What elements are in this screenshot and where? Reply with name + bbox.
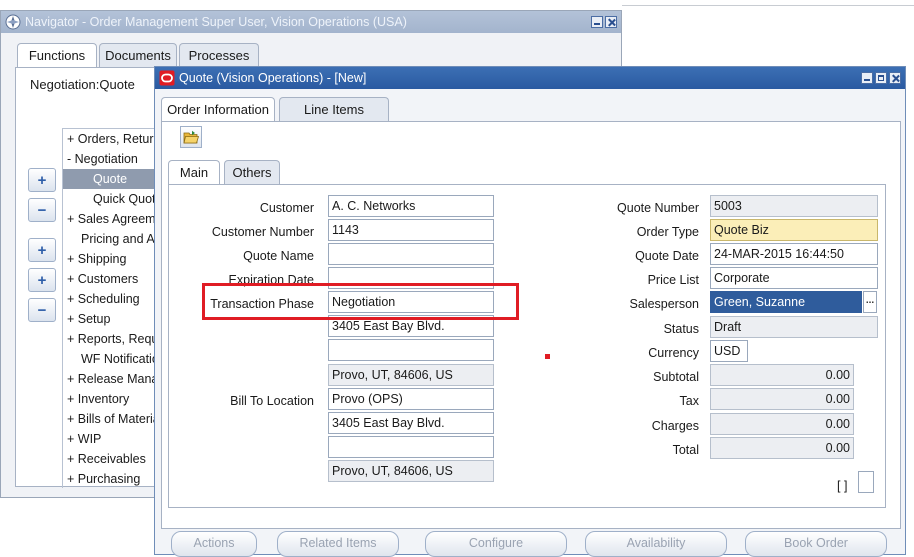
bill-to-address-line2[interactable] bbox=[328, 436, 494, 458]
expand-all-icon: + bbox=[37, 271, 47, 289]
tab-functions[interactable]: Functions bbox=[17, 43, 97, 67]
tree-item-customers[interactable]: + Customers bbox=[63, 269, 156, 289]
tax-field: 0.00 bbox=[710, 388, 854, 410]
folder-icon bbox=[183, 130, 199, 144]
expand-branch-icon: + bbox=[37, 241, 47, 259]
configure-button[interactable]: Configure bbox=[425, 531, 567, 557]
currency-field[interactable]: USD bbox=[710, 340, 748, 362]
tree-item-negotiation[interactable]: - Negotiation bbox=[63, 149, 156, 169]
charges-label: Charges bbox=[651, 419, 699, 433]
subtotal-label: Subtotal bbox=[653, 370, 699, 384]
salesperson-field[interactable]: Green, Suzanne bbox=[710, 291, 862, 313]
tree-item-purchasing[interactable]: + Purchasing bbox=[63, 469, 156, 488]
total-field: 0.00 bbox=[710, 437, 854, 459]
navigator-title: Navigator - Order Management Super User,… bbox=[25, 15, 407, 29]
quote-name-field[interactable] bbox=[328, 243, 494, 265]
charges-field: 0.00 bbox=[710, 413, 854, 435]
navigator-minimize-button[interactable] bbox=[591, 16, 603, 28]
tab-order-information[interactable]: Order Information bbox=[161, 97, 275, 121]
descriptive-flexfield-bracket[interactable]: [ ] bbox=[837, 479, 847, 493]
salesperson-label: Salesperson bbox=[629, 297, 700, 311]
availability-button[interactable]: Availability bbox=[585, 531, 727, 557]
subtab-others[interactable]: Others bbox=[224, 160, 280, 184]
navigator-close-button[interactable] bbox=[605, 16, 617, 28]
tab-processes[interactable]: Processes bbox=[179, 43, 259, 67]
ship-to-address-line3: Provo, UT, 84606, US bbox=[328, 364, 494, 386]
expand-all-button[interactable]: + bbox=[28, 268, 56, 292]
flexfield-box[interactable] bbox=[858, 471, 874, 493]
quote-titlebar[interactable]: Quote (Vision Operations) - [New] bbox=[155, 67, 905, 89]
tree-item-pricing-availability[interactable]: Pricing and Availability bbox=[63, 229, 156, 249]
price-list-label: Price List bbox=[647, 273, 699, 287]
subtotal-field: 0.00 bbox=[710, 364, 854, 386]
tree-item-orders-returns[interactable]: + Orders, Returns bbox=[63, 129, 156, 149]
customer-number-field[interactable]: 1143 bbox=[328, 219, 494, 241]
red-marker-dot bbox=[545, 354, 550, 359]
oracle-logo-icon bbox=[159, 70, 175, 86]
currency-label: Currency bbox=[648, 346, 699, 360]
tree-item-quick-quote[interactable]: Quick Quote bbox=[63, 189, 156, 209]
collapse-all-icon: − bbox=[37, 301, 47, 319]
order-type-field[interactable]: Quote Biz bbox=[710, 219, 878, 241]
quote-date-field[interactable]: 24-MAR-2015 16:44:50 bbox=[710, 243, 878, 265]
expand-button[interactable]: + bbox=[28, 168, 56, 192]
quote-maximize-button[interactable] bbox=[875, 72, 887, 84]
price-list-field[interactable]: Corporate bbox=[710, 267, 878, 289]
tree-item-receivables[interactable]: + Receivables bbox=[63, 449, 156, 469]
navigator-context-label: Negotiation:Quote bbox=[30, 77, 135, 92]
actions-button[interactable]: Actions bbox=[171, 531, 257, 557]
quote-title: Quote (Vision Operations) - [New] bbox=[179, 71, 367, 85]
tree-item-sales-agreements[interactable]: + Sales Agreements bbox=[63, 209, 156, 229]
transaction-phase-highlight-box bbox=[202, 283, 519, 320]
tab-documents[interactable]: Documents bbox=[99, 43, 177, 67]
tree-item-wf-notifications[interactable]: WF Notifications bbox=[63, 349, 156, 369]
tree-item-bills-of-material[interactable]: + Bills of Material bbox=[63, 409, 156, 429]
tree-item-release-management[interactable]: + Release Management bbox=[63, 369, 156, 389]
collapse-all-button[interactable]: − bbox=[28, 298, 56, 322]
related-items-button[interactable]: Related Items bbox=[277, 531, 399, 557]
open-folder-button[interactable] bbox=[180, 126, 202, 148]
tree-item-wip[interactable]: + WIP bbox=[63, 429, 156, 449]
tree-item-shipping[interactable]: + Shipping bbox=[63, 249, 156, 269]
tree-item-inventory[interactable]: + Inventory bbox=[63, 389, 156, 409]
book-order-button[interactable]: Book Order bbox=[745, 531, 887, 557]
expand-branch-button[interactable]: + bbox=[28, 238, 56, 262]
ship-to-address-line2[interactable] bbox=[328, 339, 494, 361]
collapse-button[interactable]: − bbox=[28, 198, 56, 222]
customer-number-label: Customer Number bbox=[211, 225, 314, 239]
tree-item-quote[interactable]: Quote bbox=[63, 169, 156, 189]
navigator-titlebar[interactable]: Navigator - Order Management Super User,… bbox=[1, 11, 621, 33]
customer-label: Customer bbox=[259, 201, 314, 215]
tree-item-setup[interactable]: + Setup bbox=[63, 309, 156, 329]
quote-name-label: Quote Name bbox=[243, 249, 314, 263]
plus-icon: + bbox=[37, 171, 47, 189]
quote-date-label: Quote Date bbox=[635, 249, 699, 263]
order-type-label: Order Type bbox=[636, 225, 699, 239]
top-border-line bbox=[622, 5, 914, 6]
tab-line-items[interactable]: Line Items bbox=[279, 97, 389, 121]
bill-to-address-line1[interactable]: 3405 East Bay Blvd. bbox=[328, 412, 494, 434]
tree-item-scheduling[interactable]: + Scheduling bbox=[63, 289, 156, 309]
status-field: Draft bbox=[710, 316, 878, 338]
quote-number-label: Quote Number bbox=[617, 201, 699, 215]
tree-item-reports-requests[interactable]: + Reports, Requests bbox=[63, 329, 156, 349]
bill-to-location-field[interactable]: Provo (OPS) bbox=[328, 388, 494, 410]
total-label: Total bbox=[672, 443, 699, 457]
salesperson-lov-button[interactable]: ... bbox=[863, 291, 877, 313]
quote-close-button[interactable] bbox=[889, 72, 901, 84]
bill-to-address-line3: Provo, UT, 84606, US bbox=[328, 460, 494, 482]
bill-to-location-label: Bill To Location bbox=[230, 394, 314, 408]
quote-minimize-button[interactable] bbox=[861, 72, 873, 84]
function-tree: + Orders, Returns - Negotiation Quote Qu… bbox=[62, 128, 156, 488]
customer-field[interactable]: A. C. Networks bbox=[328, 195, 494, 217]
minus-icon: − bbox=[37, 201, 47, 219]
subtab-main[interactable]: Main bbox=[168, 160, 220, 184]
navigator-app-icon bbox=[5, 14, 21, 30]
status-label: Status bbox=[663, 322, 699, 336]
tax-label: Tax bbox=[679, 394, 699, 408]
quote-number-field: 5003 bbox=[710, 195, 878, 217]
